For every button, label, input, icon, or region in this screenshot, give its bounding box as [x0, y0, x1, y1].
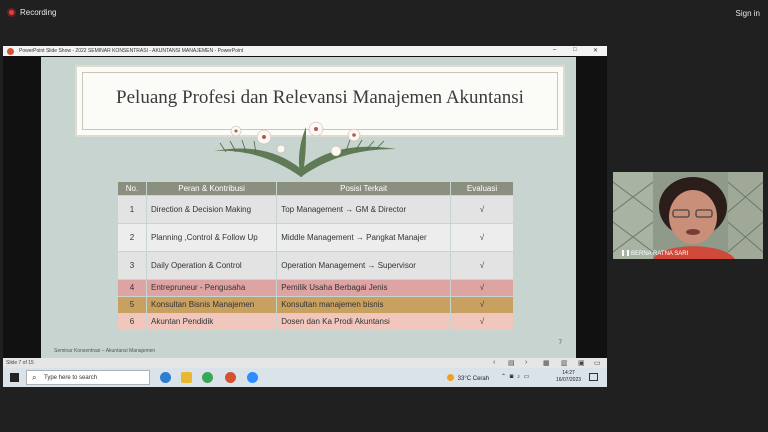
maximize-button[interactable]: □ — [573, 47, 577, 53]
prev-slide-button[interactable]: ‹ — [493, 359, 495, 366]
search-placeholder: Type here to search — [44, 375, 98, 381]
recording-icon — [7, 8, 16, 17]
row-peran: Direction & Decision Making — [147, 196, 277, 223]
weather-desc: Cerah — [472, 376, 490, 382]
row-posisi: Konsultan manajemen bisnis — [277, 297, 450, 313]
slide-page-number: 7 — [558, 340, 562, 346]
table-row: 4 Entrepruneur - Pengusaha Pemilik Usaha… — [118, 280, 513, 296]
clock-date: 16/07/2023 — [556, 377, 582, 383]
powerpoint-taskbar-icon[interactable] — [225, 372, 236, 383]
weather-widget[interactable]: 33°C Cerah — [447, 374, 489, 382]
powerpoint-icon — [7, 48, 14, 55]
row-evaluasi: √ — [451, 196, 513, 223]
close-button[interactable]: ✕ — [593, 47, 598, 54]
row-no: 3 — [118, 252, 146, 279]
table-row: 2 Planning ,Control & Follow Up Middle M… — [118, 224, 513, 251]
zoom-icon[interactable] — [247, 372, 258, 383]
table-row: 3 Daily Operation & Control Operation Ma… — [118, 252, 513, 279]
windows-taskbar: ⌕ Type here to search 33°C Cerah ⌃ ◙ ♪ ▭… — [3, 368, 607, 387]
header-evaluasi: Evaluasi — [451, 182, 513, 195]
slideshow-status-bar: Slide 7 of 15 ‹ ▤ › ▦ ▥ ▣ ▭ — [3, 358, 607, 368]
powerpoint-title-bar: PowerPoint Slide Show - 2022 SEMINAR KON… — [3, 46, 607, 56]
taskbar-clock[interactable]: 14:27 16/07/2023 — [556, 370, 581, 384]
presentation-slide: Peluang Profesi dan Relevansi Manajemen … — [41, 57, 576, 358]
taskbar-search-input[interactable]: ⌕ Type here to search — [26, 370, 150, 385]
participant-name: BERNA RATNA SARI — [631, 251, 689, 257]
table-row: 1 Direction & Decision Making Top Manage… — [118, 196, 513, 223]
row-evaluasi: √ — [451, 314, 513, 330]
reading-view-icon[interactable]: ▣ — [578, 359, 585, 367]
row-peran: Konsultan Bisnis Manajemen — [147, 297, 277, 313]
meeting-top-bar: Recording Sign in — [0, 0, 768, 26]
system-tray-icons[interactable]: ⌃ ◙ ♪ ▭ — [501, 373, 530, 380]
table-row: 5 Konsultan Bisnis Manajemen Konsultan m… — [118, 297, 513, 313]
notification-icon[interactable] — [589, 373, 598, 381]
slideshow-view-icon[interactable]: ▭ — [594, 359, 601, 367]
recording-label: Recording — [20, 8, 57, 17]
header-posisi: Posisi Terkait — [277, 182, 450, 195]
row-peran: Akuntan Pendidik — [147, 314, 277, 330]
chrome-icon[interactable] — [202, 372, 213, 383]
participant-video-tile[interactable]: BERNA RATNA SARI — [613, 172, 763, 259]
row-evaluasi: √ — [451, 252, 513, 279]
clock-time: 14:27 — [562, 370, 575, 376]
header-no: No. — [118, 182, 146, 195]
row-posisi: Middle Management → Pangkat Manajer — [277, 224, 450, 251]
minimize-button[interactable]: – — [553, 47, 556, 53]
row-no: 2 — [118, 224, 146, 251]
row-no: 4 — [118, 280, 146, 296]
edge-browser-icon[interactable] — [160, 372, 171, 383]
profession-table: No. Peran & Kontribusi Posisi Terkait Ev… — [117, 181, 514, 331]
participant-name-label: BERNA RATNA SARI — [622, 250, 688, 257]
file-explorer-icon[interactable] — [181, 372, 192, 383]
row-peran: Planning ,Control & Follow Up — [147, 224, 277, 251]
row-peran: Entrepruneur - Pengusaha — [147, 280, 277, 296]
table-header-row: No. Peran & Kontribusi Posisi Terkait Ev… — [118, 182, 513, 195]
window-title: PowerPoint Slide Show - 2022 SEMINAR KON… — [19, 48, 244, 54]
row-no: 1 — [118, 196, 146, 223]
row-evaluasi: √ — [451, 297, 513, 313]
search-icon: ⌕ — [32, 373, 37, 382]
row-evaluasi: √ — [451, 224, 513, 251]
slide-indicator: Slide 7 of 15 — [6, 360, 34, 366]
slide-sorter-icon[interactable]: ▤ — [508, 359, 515, 367]
row-posisi: Top Management → GM & Director — [277, 196, 450, 223]
windows-start-icon[interactable] — [10, 373, 19, 382]
row-posisi: Pemilik Usaha Berbagai Jenis — [277, 280, 450, 296]
shared-screen: PowerPoint Slide Show - 2022 SEMINAR KON… — [3, 46, 607, 387]
signal-strength-icon — [622, 250, 629, 256]
row-posisi: Operation Management → Supervisor — [277, 252, 450, 279]
row-peran: Daily Operation & Control — [147, 252, 277, 279]
table-row: 6 Akuntan Pendidik Dosen dan Ka Prodi Ak… — [118, 314, 513, 330]
floral-decoration — [214, 121, 396, 177]
weather-temp: 33°C — [457, 376, 472, 382]
row-posisi: Dosen dan Ka Prodi Akuntansi — [277, 314, 450, 330]
sun-icon — [447, 374, 454, 381]
row-evaluasi: √ — [451, 280, 513, 296]
slide-footer: Seminar Konsentrasi – Akuntansi Manajeme… — [54, 348, 156, 354]
slide-title: Peluang Profesi dan Relevansi Manajemen … — [116, 87, 524, 108]
next-slide-button[interactable]: › — [525, 359, 527, 366]
grid-view-icon[interactable]: ▦ — [543, 359, 550, 367]
header-peran: Peran & Kontribusi — [147, 182, 277, 195]
normal-view-icon[interactable]: ▥ — [561, 359, 568, 367]
sign-in-button[interactable]: Sign in — [736, 9, 760, 18]
row-no: 5 — [118, 297, 146, 313]
row-no: 6 — [118, 314, 146, 330]
participant-video — [613, 172, 763, 259]
